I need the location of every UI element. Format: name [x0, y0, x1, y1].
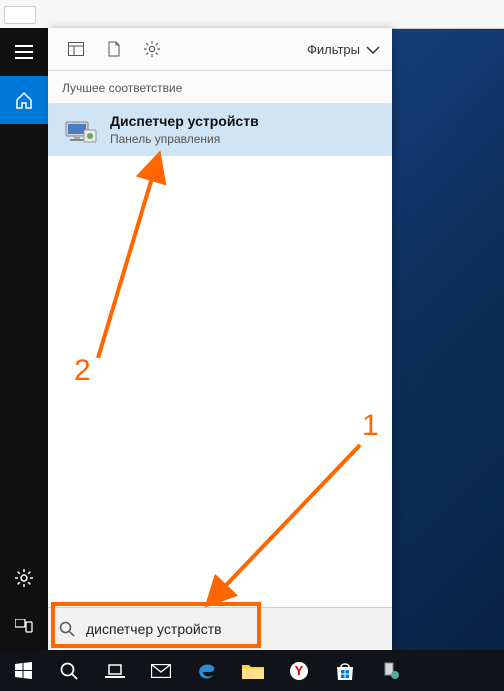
taskbar-mail[interactable] — [138, 650, 184, 691]
taskbar-store[interactable] — [322, 650, 368, 691]
taskbar-start[interactable] — [0, 650, 46, 691]
search-circle-icon — [60, 662, 78, 680]
gear-icon — [144, 41, 160, 57]
window-grid-icon — [68, 42, 84, 56]
best-match-section-label: Лучшее соответствие — [48, 71, 392, 103]
search-input[interactable] — [84, 620, 382, 638]
taskbar-search[interactable] — [46, 650, 92, 691]
taskbar-explorer[interactable] — [230, 650, 276, 691]
rail-hamburger[interactable] — [0, 28, 48, 76]
rail-devices[interactable] — [0, 602, 48, 650]
chevron-down-icon — [366, 42, 380, 57]
rail-settings[interactable] — [0, 554, 48, 602]
results-body — [48, 156, 392, 607]
best-match-title: Диспетчер устройств — [110, 113, 259, 130]
svg-text:Y: Y — [295, 663, 304, 678]
header-settings-button[interactable] — [136, 33, 168, 65]
search-input-row — [48, 607, 392, 650]
start-search-panel: Фильтры Лучшее соответствие Диспетч — [48, 28, 392, 650]
rail-home[interactable] — [0, 76, 48, 124]
best-match-result[interactable]: Диспетчер устройств Панель управления — [48, 103, 392, 156]
start-left-rail — [0, 28, 48, 650]
header-documents-button[interactable] — [98, 33, 130, 65]
taskbar-edge[interactable] — [184, 650, 230, 691]
filters-dropdown[interactable]: Фильтры — [307, 42, 380, 57]
store-icon — [335, 662, 355, 680]
app-icon — [382, 662, 400, 680]
device-manager-icon — [62, 114, 100, 146]
folder-icon — [242, 663, 264, 679]
devices-icon — [15, 619, 33, 633]
header-apps-button[interactable] — [60, 33, 92, 65]
browser-address-bar — [0, 0, 504, 29]
hamburger-icon — [15, 45, 33, 59]
filters-label: Фильтры — [307, 42, 360, 57]
panel-header: Фильтры — [48, 28, 392, 71]
home-icon — [15, 91, 33, 109]
mail-icon — [151, 664, 171, 678]
taskbar-taskview[interactable] — [92, 650, 138, 691]
taskbar-app[interactable] — [368, 650, 414, 691]
gear-icon — [15, 569, 33, 587]
taskbar-yandex[interactable]: Y — [276, 650, 322, 691]
search-icon — [58, 620, 76, 638]
best-match-subtitle: Панель управления — [110, 132, 259, 146]
yandex-icon: Y — [289, 661, 309, 681]
document-icon — [108, 41, 120, 57]
windows-icon — [15, 662, 32, 679]
taskview-icon — [105, 664, 125, 678]
edge-icon — [197, 661, 217, 681]
taskbar: Y — [0, 650, 504, 691]
